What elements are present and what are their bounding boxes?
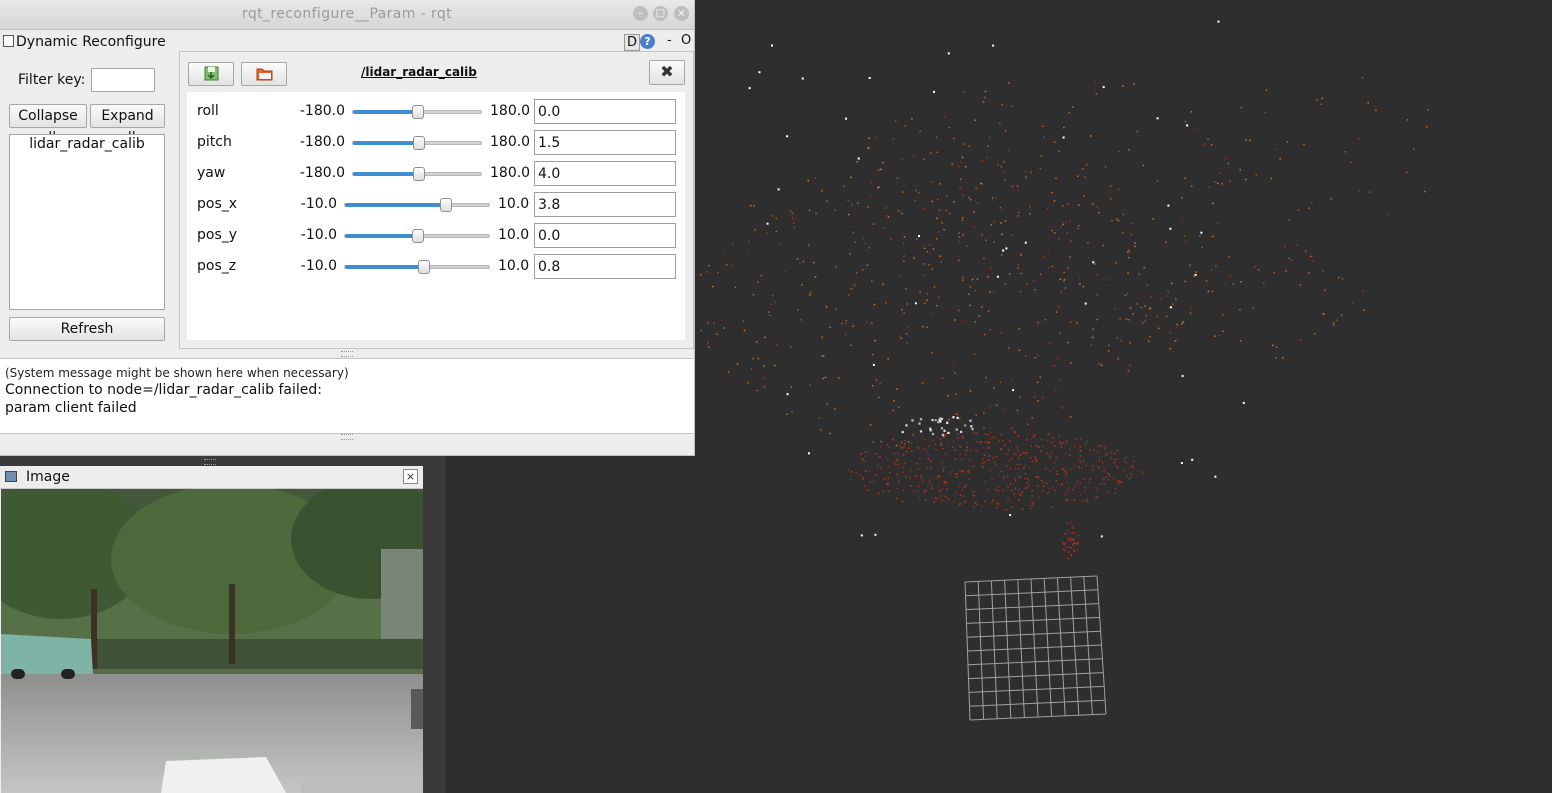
minimize-plugin-button[interactable]: - xyxy=(667,33,672,48)
minimize-icon[interactable]: – xyxy=(633,6,648,21)
collapse-all-button[interactable]: Collapse all xyxy=(9,104,87,146)
slider-handle[interactable] xyxy=(412,136,425,150)
filter-key-label: Filter key: xyxy=(18,72,86,88)
point-cloud xyxy=(699,20,1429,560)
param-name: pitch xyxy=(197,134,232,150)
rqt-window: rqt_reconfigure__Param - rqt – □ × Dynam… xyxy=(0,0,695,456)
param-row-pos-x: pos_x -10.0 10.0 3.8 xyxy=(187,192,685,218)
slider-fill xyxy=(345,265,424,269)
param-slider[interactable] xyxy=(352,167,482,181)
title-bar[interactable]: rqt_reconfigure__Param - rqt – □ × xyxy=(0,0,694,30)
slider-fill xyxy=(353,141,419,145)
edit-icon xyxy=(3,35,14,47)
param-min-label: -10.0 xyxy=(300,196,337,212)
param-min-label: -10.0 xyxy=(300,227,337,243)
camera-image xyxy=(1,489,423,793)
param-name: yaw xyxy=(197,165,226,181)
param-slider[interactable] xyxy=(352,136,482,150)
image-icon xyxy=(5,471,17,482)
param-row-pos-y: pos_y -10.0 10.0 0.0 xyxy=(187,223,685,249)
close-icon[interactable]: × xyxy=(674,6,689,21)
help-icon[interactable]: ? xyxy=(640,34,655,49)
param-name: pos_x xyxy=(197,196,238,212)
param-max-label: 180.0 xyxy=(490,165,531,181)
error-message-line: Connection to node=/lidar_radar_calib fa… xyxy=(5,382,323,398)
slider-handle[interactable] xyxy=(439,198,452,212)
splitter-handle[interactable] xyxy=(341,434,353,440)
close-node-button[interactable]: ✖ xyxy=(649,60,685,85)
param-name: pos_z xyxy=(197,258,237,274)
param-max-label: 180.0 xyxy=(490,103,531,119)
system-message-area: (System message might be shown here when… xyxy=(0,358,694,434)
param-row-yaw: yaw -180.0 180.0 4.0 xyxy=(187,161,685,187)
slider-handle[interactable] xyxy=(413,167,426,181)
param-value-input[interactable]: 0.0 xyxy=(534,99,676,124)
param-name: roll xyxy=(197,103,219,119)
param-slider[interactable] xyxy=(352,105,482,119)
param-min-label: -10.0 xyxy=(300,258,337,274)
image-window-title: Image xyxy=(26,469,70,485)
filter-key-input[interactable] xyxy=(91,68,155,92)
expand-all-button[interactable]: Expand all xyxy=(90,104,165,146)
splitter-handle[interactable] xyxy=(204,459,216,465)
node-tree[interactable]: lidar_radar_calib xyxy=(9,134,165,310)
param-max-label: 180.0 xyxy=(490,134,531,150)
param-value-input[interactable]: 1.5 xyxy=(534,130,676,155)
param-value-input[interactable]: 0.8 xyxy=(534,254,676,279)
slider-fill xyxy=(353,110,418,114)
param-max-label: 10.0 xyxy=(498,258,530,274)
param-value-input[interactable]: 3.8 xyxy=(534,192,676,217)
node-title: /lidar_radar_calib xyxy=(361,65,477,79)
ground-grid xyxy=(964,575,1107,721)
slider-handle[interactable] xyxy=(412,105,424,119)
splitter-handle[interactable] xyxy=(341,351,353,357)
slider-fill xyxy=(345,203,446,207)
param-value-input[interactable]: 0.0 xyxy=(534,223,676,248)
dock-button[interactable]: D xyxy=(624,34,641,51)
tree-item[interactable]: lidar_radar_calib xyxy=(10,136,164,152)
param-row-roll: roll -180.0 180.0 0.0 xyxy=(187,99,685,125)
save-icon xyxy=(204,66,219,81)
param-max-label: 10.0 xyxy=(498,196,530,212)
param-min-label: -180.0 xyxy=(299,165,345,181)
param-slider[interactable] xyxy=(344,198,490,212)
param-min-label: -180.0 xyxy=(299,134,345,150)
image-window-header[interactable]: Image × xyxy=(0,466,423,489)
error-message-line: param client failed xyxy=(5,400,137,416)
slider-fill xyxy=(353,172,420,176)
refresh-button[interactable]: Refresh xyxy=(9,317,165,341)
window-title: rqt_reconfigure__Param - rqt xyxy=(241,6,453,22)
param-slider[interactable] xyxy=(344,229,490,243)
param-max-label: 10.0 xyxy=(498,227,530,243)
load-button[interactable] xyxy=(241,62,287,86)
param-min-label: -180.0 xyxy=(299,103,345,119)
param-row-pos-z: pos_z -10.0 10.0 0.8 xyxy=(187,254,685,280)
param-value-input[interactable]: 4.0 xyxy=(534,161,676,186)
close-icon[interactable]: × xyxy=(403,469,418,484)
plugin-title: Dynamic Reconfigure xyxy=(16,34,166,50)
param-slider[interactable] xyxy=(344,260,490,274)
save-button[interactable] xyxy=(188,62,234,86)
folder-icon xyxy=(256,68,273,81)
system-message-hint: (System message might be shown here when… xyxy=(5,366,349,380)
slider-handle[interactable] xyxy=(417,260,430,274)
maximize-icon[interactable]: □ xyxy=(653,6,668,21)
slider-fill xyxy=(345,234,418,238)
param-name: pos_y xyxy=(197,227,238,243)
options-button[interactable]: O xyxy=(681,33,691,48)
param-row-pitch: pitch -180.0 180.0 1.5 xyxy=(187,130,685,156)
slider-handle[interactable] xyxy=(412,229,424,243)
